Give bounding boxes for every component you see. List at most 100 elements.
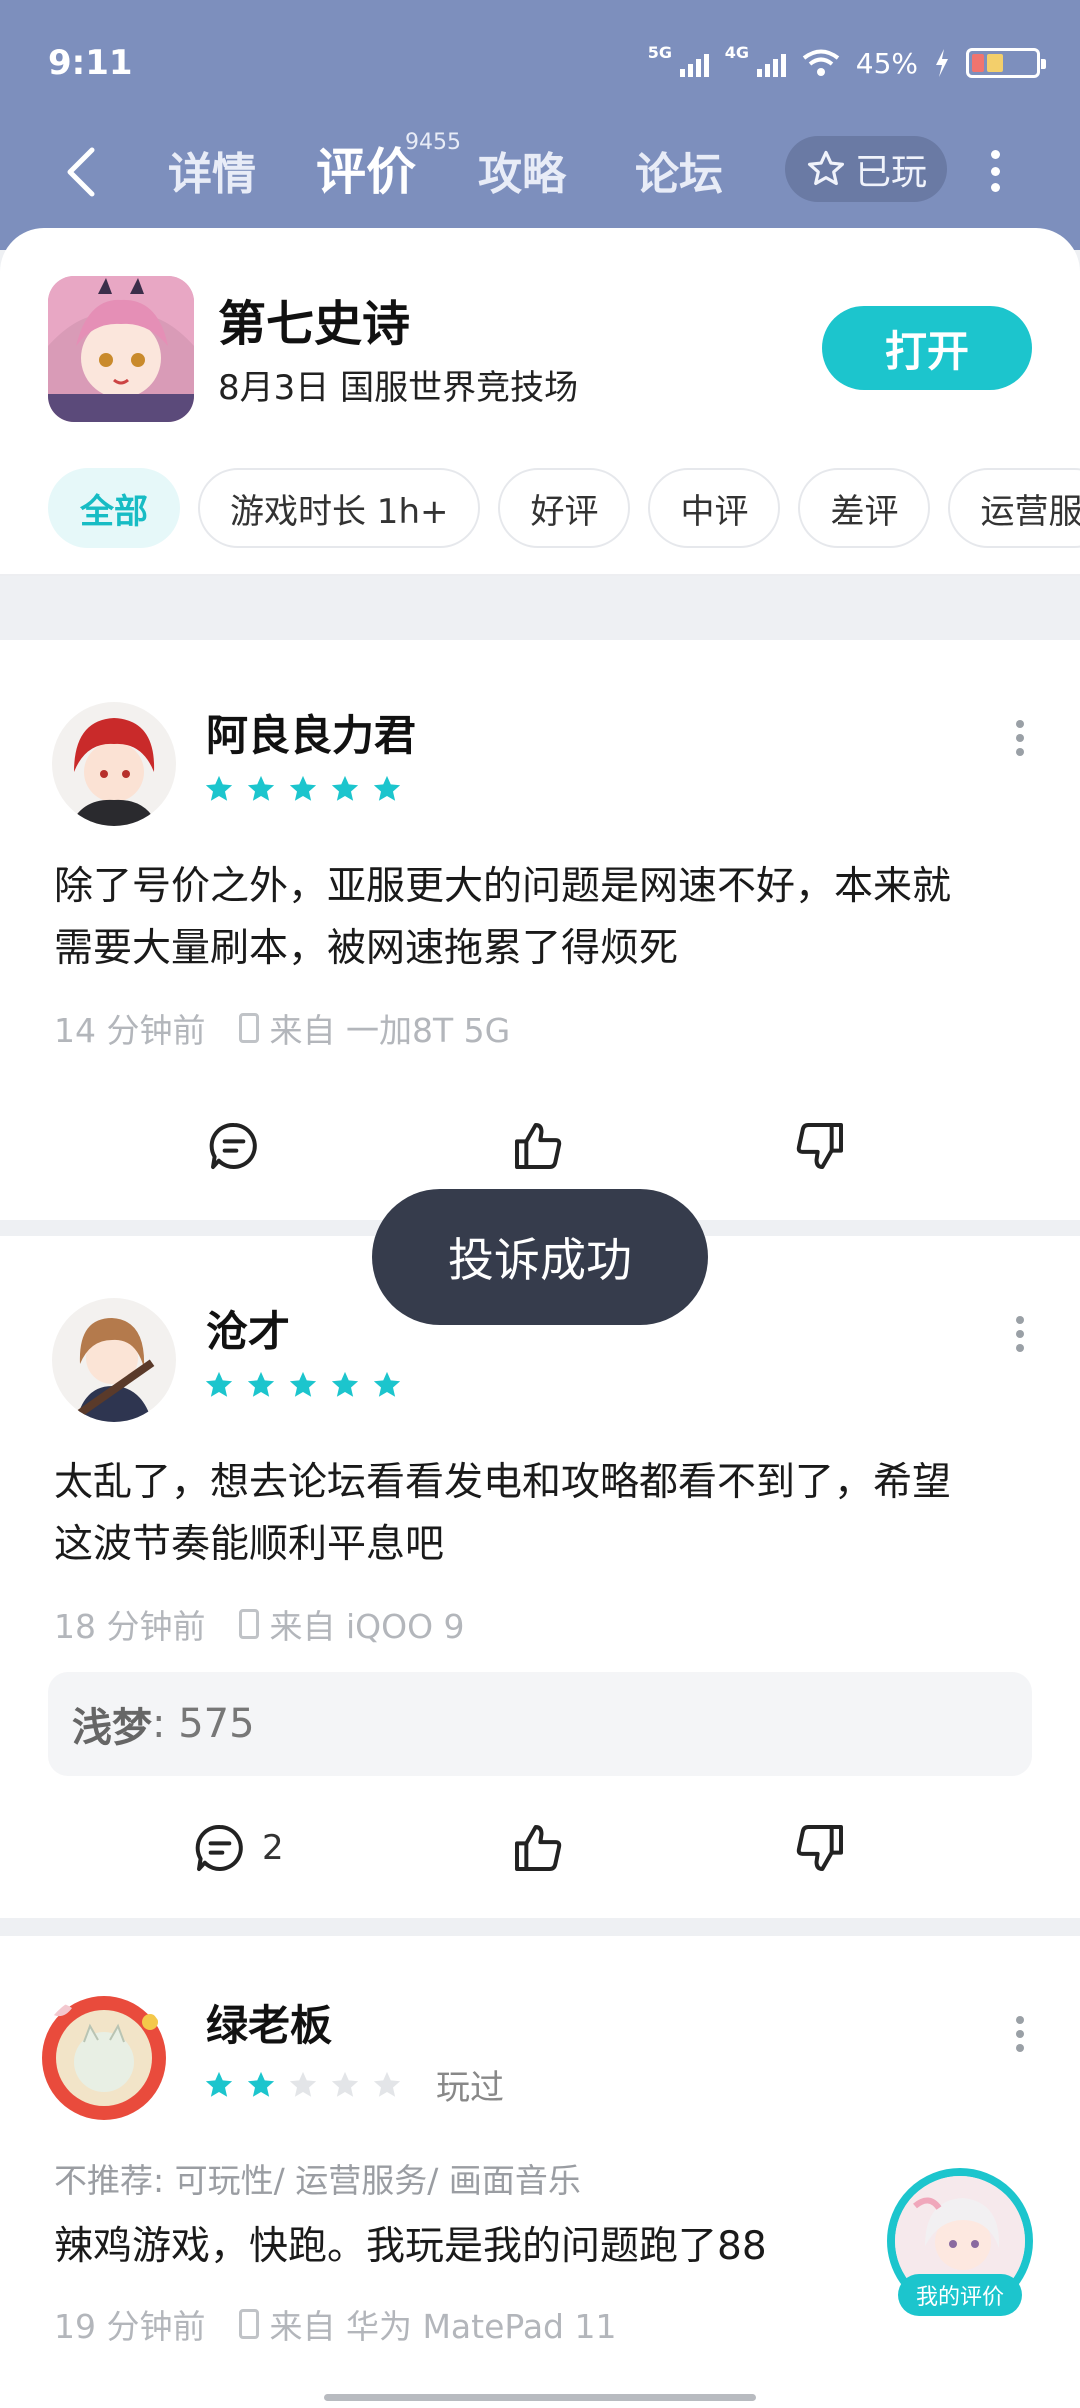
review-text: 太乱了，想去论坛看看发电和攻略都看不到了，希望 这波节奏能顺利平息吧: [54, 1460, 952, 1567]
comment-icon: [195, 1825, 243, 1871]
top-header: 9:11 5G 4G 45% 详情 评价 9455 攻略 论坛 已玩: [0, 0, 1080, 250]
rating-stars: [204, 774, 402, 804]
filter-neutral[interactable]: 中评: [648, 468, 781, 548]
thumbs-down-icon: [796, 1123, 843, 1169]
reply-text: : 575: [152, 1701, 255, 1747]
star-filled-icon: [247, 2071, 275, 2097]
review-text: 除了号价之外，亚服更大的问题是网速不好，本来就 需要大量刷本，被网速拖累了得烦死: [54, 864, 952, 971]
my-review-button[interactable]: 我的评价: [887, 2168, 1033, 2316]
my-review-label: 我的评价: [898, 2274, 1022, 2316]
review-more-icon[interactable]: [1016, 2016, 1024, 2052]
rating-stars: 玩过: [204, 2060, 504, 2109]
review-time: 14 分钟前: [54, 1011, 206, 1050]
review-card: 阿良良力君 除了号价之外，亚服更大的问题是网速不好，本来就 需要大量刷本，被网速…: [0, 640, 1080, 1220]
signal-4g-icon: 4G: [725, 43, 786, 77]
tab-guides[interactable]: 攻略: [478, 138, 566, 202]
comment-icon: [209, 1123, 257, 1169]
back-arrow-icon[interactable]: [58, 142, 108, 202]
review-time: 18 分钟前: [54, 1607, 206, 1646]
star-empty-icon: [331, 2071, 359, 2097]
played-label: 已玩: [854, 152, 927, 193]
review-card: 沧才 太乱了，想去论坛看看发电和攻略都看不到了，希望 这波节奏能顺利平息吧 18…: [0, 1236, 1080, 1918]
filter-chips: 全部 游戏时长 1h+ 好评 中评 差评 运营服: [48, 468, 1080, 548]
thumbs-up-icon: [515, 1825, 562, 1871]
reviewer-name[interactable]: 阿良良力君: [206, 702, 416, 763]
played-tag: 玩过: [436, 2068, 504, 2108]
status-time: 9:11: [48, 43, 133, 83]
thumbs-down-icon: [796, 1825, 843, 1871]
filter-playtime[interactable]: 游戏时长 1h+: [198, 468, 481, 548]
open-game-button[interactable]: 打开: [822, 306, 1032, 390]
review-more-icon[interactable]: [1016, 720, 1024, 756]
star-filled-icon: [289, 1371, 317, 1397]
not-recommend-tags: 不推荐: 可玩性/ 运营服务/ 画面音乐: [54, 2161, 581, 2200]
comment-count: 2: [262, 1828, 284, 1868]
review-actions: 2: [0, 1808, 1080, 1888]
phone-icon: [239, 1609, 260, 1639]
star-empty-icon: [289, 2071, 317, 2097]
nav-bar: 详情 评价 9455 攻略 论坛 已玩: [0, 120, 1080, 220]
battery-icon: [966, 48, 1046, 78]
avatar[interactable]: [52, 1298, 176, 1422]
tab-reviews[interactable]: 评价: [316, 132, 416, 204]
signal-5g-icon: 5G: [648, 43, 709, 77]
avatar[interactable]: [52, 702, 176, 826]
home-indicator[interactable]: [324, 2394, 756, 2401]
star-filled-icon: [205, 775, 233, 801]
like-button[interactable]: [510, 1106, 566, 1186]
star-filled-icon: [331, 1371, 359, 1397]
divider: [0, 574, 1080, 576]
review-meta: 14 分钟前 来自 一加8T 5G: [54, 1004, 510, 1052]
game-card: 第七史诗 8月3日 国服世界竞技场 打开 全部 游戏时长 1h+ 好评 中评 差…: [0, 228, 1080, 576]
review-device: 来自 华为 MatePad 11: [269, 2307, 617, 2346]
review-more-icon[interactable]: [1016, 1316, 1024, 1352]
toast-message: 投诉成功: [372, 1189, 708, 1325]
game-subtitle: 8月3日 国服世界竞技场: [218, 368, 579, 408]
rating-stars: [204, 1370, 402, 1400]
tab-forum[interactable]: 论坛: [635, 138, 723, 202]
star-filled-icon: [205, 2071, 233, 2097]
star-empty-icon: [373, 2071, 401, 2097]
review-meta: 19 分钟前 来自 华为 MatePad 11: [54, 2300, 616, 2348]
more-options-icon[interactable]: [990, 150, 1000, 192]
filter-negative[interactable]: 差评: [798, 468, 931, 548]
battery-percent: 45%: [855, 46, 918, 80]
reviewer-name[interactable]: 绿老板: [206, 1992, 332, 2053]
like-button[interactable]: [510, 1808, 566, 1888]
game-icon[interactable]: [48, 276, 194, 422]
wifi-icon: [802, 49, 839, 76]
filter-positive[interactable]: 好评: [498, 468, 631, 548]
phone-icon: [239, 1013, 260, 1043]
reply-preview[interactable]: 浅梦 : 575: [48, 1672, 1032, 1776]
star-filled-icon: [247, 1371, 275, 1397]
reviewer-name[interactable]: 沧才: [206, 1298, 290, 1359]
review-actions: [0, 1106, 1080, 1186]
review-device: 来自 iQOO 9: [269, 1607, 465, 1646]
dislike-button[interactable]: [792, 1808, 848, 1888]
avatar[interactable]: [38, 1992, 170, 2124]
star-filled-icon: [373, 1371, 401, 1397]
comment-button[interactable]: 2: [192, 1808, 284, 1888]
charging-icon: [936, 49, 948, 77]
status-bar: 9:11 5G 4G 45%: [48, 38, 1046, 88]
comment-button[interactable]: [206, 1106, 262, 1186]
filter-all[interactable]: 全部: [48, 468, 180, 548]
star-filled-icon: [247, 775, 275, 801]
dislike-button[interactable]: [792, 1106, 848, 1186]
played-button[interactable]: 已玩: [785, 136, 947, 202]
game-title: 第七史诗: [218, 296, 411, 352]
review-time: 19 分钟前: [54, 2307, 206, 2346]
star-filled-icon: [289, 775, 317, 801]
star-filled-icon: [373, 775, 401, 801]
tab-details[interactable]: 详情: [168, 138, 256, 202]
review-count-badge: 9455: [405, 130, 461, 155]
reply-user: 浅梦: [72, 1705, 152, 1751]
star-filled-icon: [331, 775, 359, 801]
review-device: 来自 一加8T 5G: [269, 1011, 511, 1050]
filter-operations[interactable]: 运营服: [948, 468, 1080, 548]
star-filled-icon: [205, 1371, 233, 1397]
review-meta: 18 分钟前 来自 iQOO 9: [54, 1600, 465, 1648]
phone-icon: [239, 2309, 260, 2339]
thumbs-up-icon: [515, 1123, 562, 1169]
star-outline-icon: [807, 150, 845, 186]
